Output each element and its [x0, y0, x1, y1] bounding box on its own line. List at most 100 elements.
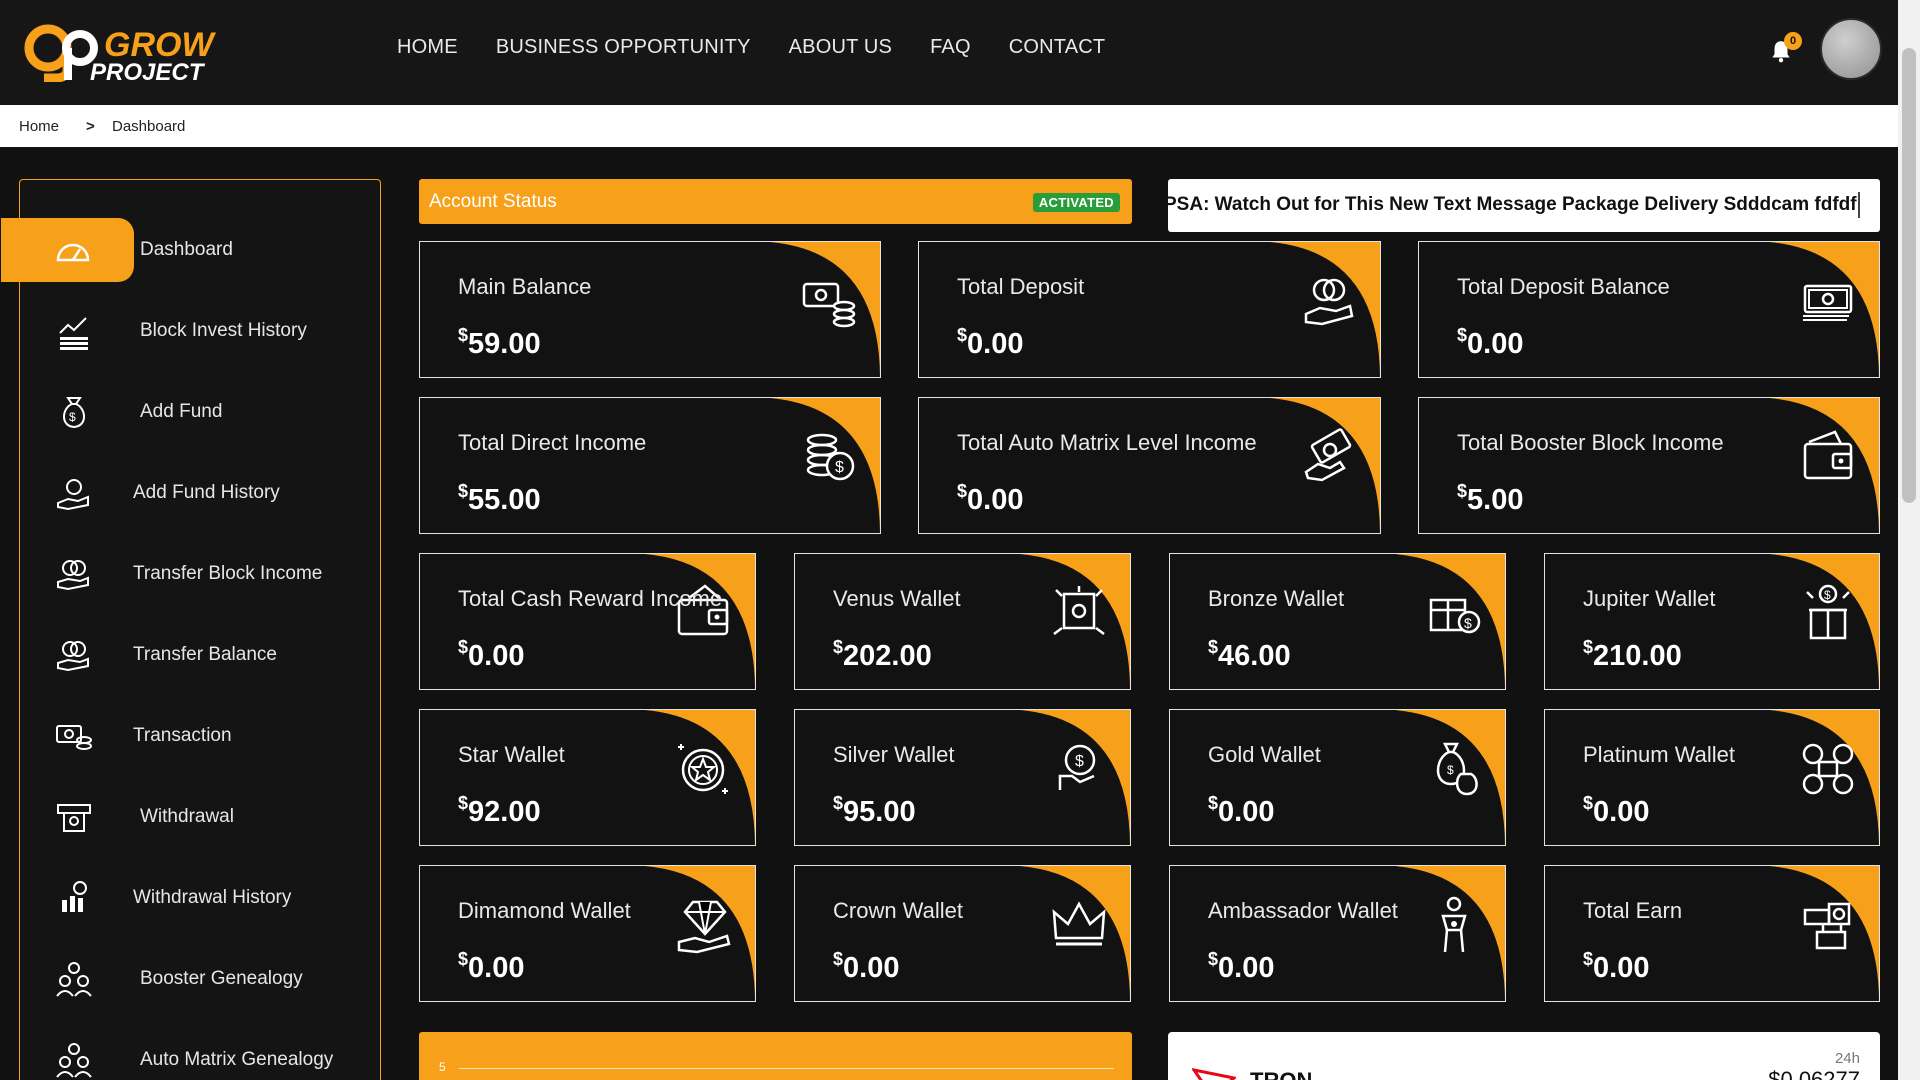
wallet-card-bronze-wallet[interactable]: Bronze Wallet $46.00 $ — [1169, 553, 1506, 690]
sidebar-item-withdrawal[interactable]: Withdrawal — [20, 785, 380, 849]
wallet-card-crown-wallet[interactable]: Crown Wallet $0.00 — [794, 865, 1131, 1002]
wallet-card-platinum-wallet[interactable]: Platinum Wallet $0.00 — [1544, 709, 1880, 846]
breadcrumb-home[interactable]: Home — [19, 118, 59, 135]
card-amount-value: 0.00 — [468, 640, 525, 672]
svg-text:$: $ — [1075, 753, 1084, 770]
card-amount-value: 202.00 — [843, 640, 932, 672]
wallet-card-total-deposit-balance[interactable]: Total Deposit Balance $0.00 — [1418, 241, 1880, 378]
wallet-card-total-cash-reward-income[interactable]: Total Cash Reward Income $0.00 — [419, 553, 756, 690]
brand-logo-line2: PROJECT — [90, 59, 206, 82]
scrollbar-thumb[interactable] — [1902, 48, 1916, 503]
sidebar-item-label: Add Fund History — [133, 482, 280, 503]
card-amount: $210.00 — [1583, 637, 1682, 673]
card-title: Dimamond Wallet — [458, 898, 631, 923]
currency-symbol: $ — [458, 793, 469, 813]
currency-symbol: $ — [458, 637, 469, 657]
wallet-card-ambassador-wallet[interactable]: Ambassador Wallet $0.00 — [1169, 865, 1506, 1002]
nav-business-opportunity[interactable]: BUSINESS OPPORTUNITY — [496, 36, 751, 59]
brand-logo[interactable]: GROW PROJECT — [18, 18, 263, 82]
card-amount-value: 59.00 — [468, 328, 541, 360]
sidebar-item-block-invest-history[interactable]: Block Invest History — [20, 299, 380, 363]
wallet-card-total-auto-matrix-level-income[interactable]: Total Auto Matrix Level Income $0.00 — [918, 397, 1381, 534]
card-amount: $0.00 — [957, 325, 1023, 361]
chart-tick-label: 5 — [439, 1060, 446, 1074]
sidebar-item-add-fund[interactable]: $ Add Fund — [20, 380, 380, 444]
svg-text:$: $ — [1824, 588, 1831, 602]
card-title: Total Earn — [1583, 898, 1683, 923]
gift-dollar-icon: $ — [1806, 584, 1850, 640]
wallet-card-total-direct-income[interactable]: Total Direct Income $55.00 $ — [419, 397, 881, 534]
sidebar-item-auto-matrix-genealogy[interactable]: Auto Matrix Genealogy — [20, 1028, 380, 1080]
wallet-card-gold-wallet[interactable]: Gold Wallet $0.00 $ — [1169, 709, 1506, 846]
wallet-card-total-earn[interactable]: Total Earn $0.00 — [1544, 865, 1880, 1002]
wallet-card-dimamond-wallet[interactable]: Dimamond Wallet $0.00 — [419, 865, 756, 1002]
wallet-icon — [1803, 430, 1853, 480]
sidebar-item-add-fund-history[interactable]: Add Fund History — [20, 461, 380, 525]
coin-hand-icon — [1304, 278, 1354, 326]
card-amount-value: 0.00 — [468, 952, 525, 984]
atm-icon — [57, 804, 91, 832]
sidebar-item-label: Withdrawal — [140, 806, 234, 827]
card-amount: $0.00 — [458, 949, 524, 985]
top-navbar: GROW PROJECT HOME BUSINESS OPPORTUNITY A… — [0, 0, 1898, 105]
wallet-card-main-balance[interactable]: Main Balance $59.00 — [419, 241, 881, 378]
sidebar-item-transfer-balance[interactable]: Transfer Balance — [20, 623, 380, 687]
nav-home[interactable]: HOME — [397, 36, 458, 59]
ticker-text: PSA: Watch Out for This New Text Message… — [1168, 194, 1857, 215]
status-badge: ACTIVATED — [1032, 193, 1120, 212]
news-ticker[interactable]: PSA: Watch Out for This New Text Message… — [1168, 179, 1880, 232]
main-nav: HOME BUSINESS OPPORTUNITY ABOUT US FAQ C… — [397, 36, 1143, 59]
card-title: Total Cash Reward Income — [458, 586, 723, 611]
coin-hand-icon — [57, 641, 89, 672]
wallet-card-total-booster-block-income[interactable]: Total Booster Block Income $5.00 — [1418, 397, 1880, 534]
sidebar-item-dashboard[interactable]: Dashboard — [1, 218, 380, 282]
wallet-card-venus-wallet[interactable]: Venus Wallet $202.00 — [794, 553, 1131, 690]
card-title: Total Booster Block Income — [1457, 430, 1724, 455]
growth-chart-icon — [59, 317, 88, 350]
banknote-stack-icon — [1803, 284, 1853, 321]
card-amount-value: 0.00 — [967, 328, 1024, 360]
wallet-card-total-deposit[interactable]: Total Deposit $0.00 — [918, 241, 1381, 378]
card-title: Star Wallet — [458, 742, 565, 767]
currency-symbol: $ — [1457, 481, 1468, 501]
cash-coins-icon — [802, 282, 856, 328]
card-amount-value: 0.00 — [1467, 328, 1524, 360]
sidebar-item-transfer-block-income[interactable]: Transfer Block Income — [20, 542, 380, 606]
card-amount: $0.00 — [1583, 949, 1649, 985]
card-title: Platinum Wallet — [1583, 742, 1736, 767]
sidebar-item-transaction[interactable]: Transaction — [20, 704, 380, 768]
currency-symbol: $ — [458, 481, 469, 501]
nav-contact[interactable]: CONTACT — [1009, 36, 1106, 59]
wallet-card-silver-wallet[interactable]: Silver Wallet $95.00 $ — [794, 709, 1131, 846]
tron-price-widget[interactable]: TRON 24h $0.06277 — [1168, 1032, 1880, 1080]
tron-price: $0.06277 — [1768, 1067, 1860, 1080]
card-amount: $0.00 — [1208, 949, 1274, 985]
breadcrumb-current: Dashboard — [112, 118, 186, 135]
card-title: Crown Wallet — [833, 898, 963, 923]
card-amount-value: 0.00 — [843, 952, 900, 984]
nav-about-us[interactable]: ABOUT US — [789, 36, 892, 59]
card-title: Jupiter Wallet — [1583, 586, 1716, 611]
card-amount-value: 92.00 — [468, 796, 541, 828]
card-amount-value: 0.00 — [1218, 796, 1275, 828]
card-amount: $0.00 — [1208, 793, 1274, 829]
nav-faq[interactable]: FAQ — [930, 36, 971, 59]
coins-exchange-icon — [1802, 743, 1854, 795]
income-chart-panel: 5 — [419, 1032, 1132, 1080]
tron-period: 24h — [1834, 1050, 1860, 1067]
currency-symbol: $ — [1457, 325, 1468, 345]
wallet-card-jupiter-wallet[interactable]: Jupiter Wallet $210.00 $ — [1544, 553, 1880, 690]
user-avatar[interactable] — [1820, 18, 1882, 80]
cash-hand-icon — [1304, 428, 1352, 482]
star-coin-icon — [678, 744, 728, 794]
sidebar-item-withdrawal-history[interactable]: Withdrawal History — [20, 866, 380, 930]
card-amount: $5.00 — [1457, 481, 1523, 517]
card-amount-value: 0.00 — [1593, 796, 1650, 828]
wallet-card-star-wallet[interactable]: Star Wallet $92.00 — [419, 709, 756, 846]
sidebar: Dashboard Block Invest History $ Add Fun… — [1, 179, 381, 1080]
card-title: Ambassador Wallet — [1208, 898, 1398, 923]
svg-text:$: $ — [69, 410, 76, 424]
card-amount-value: 210.00 — [1593, 640, 1682, 672]
svg-text:$: $ — [1464, 615, 1472, 631]
sidebar-item-booster-genealogy[interactable]: Booster Genealogy — [20, 947, 380, 1011]
